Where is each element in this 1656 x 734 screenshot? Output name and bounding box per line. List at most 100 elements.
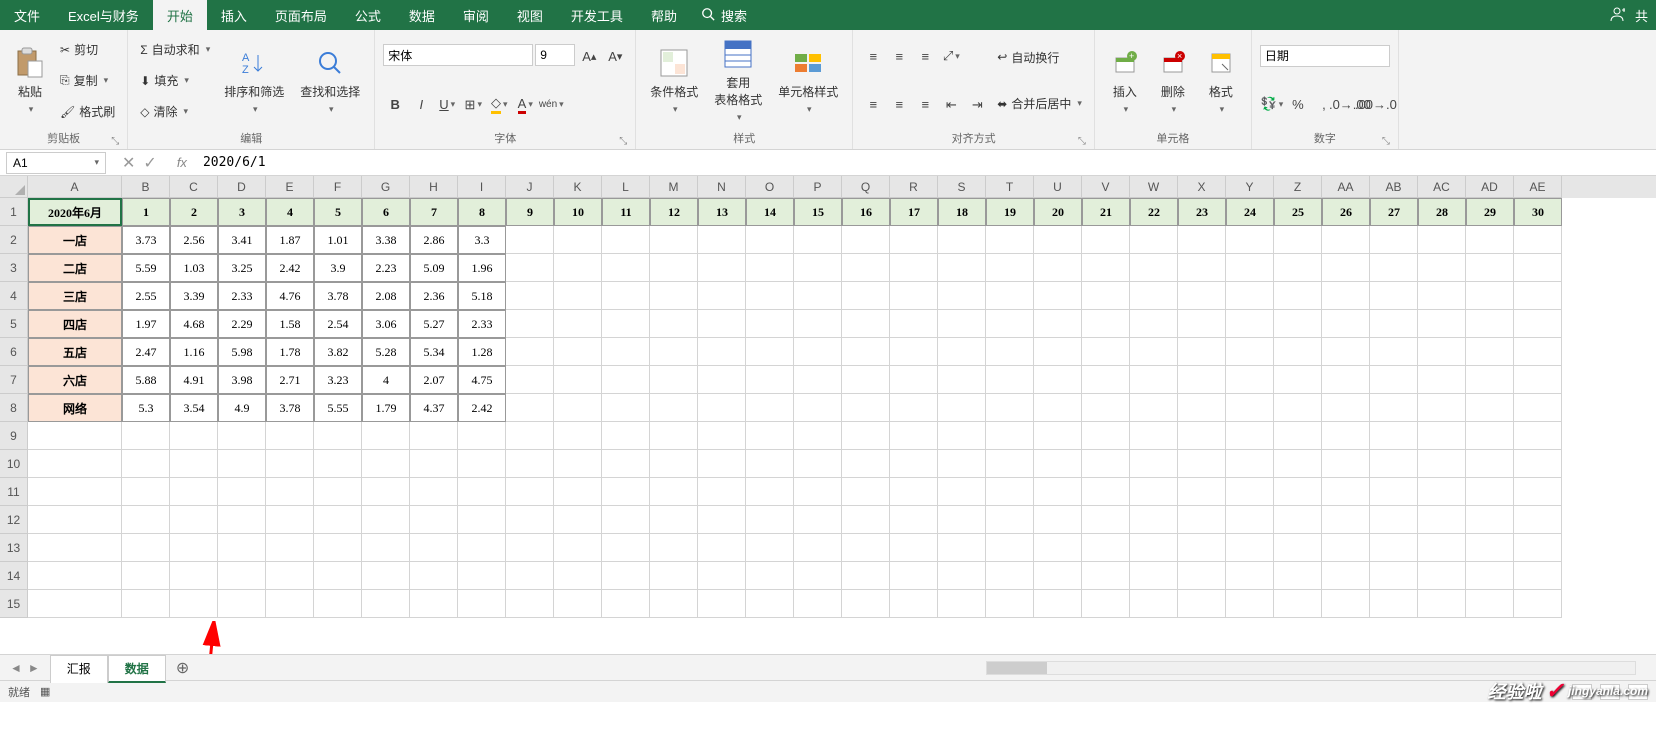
cell[interactable] — [554, 226, 602, 254]
cell[interactable] — [1130, 226, 1178, 254]
cell[interactable]: 2.07 — [410, 366, 458, 394]
cell[interactable] — [314, 422, 362, 450]
cell[interactable] — [794, 338, 842, 366]
cell[interactable] — [1274, 506, 1322, 534]
cell[interactable] — [746, 450, 794, 478]
cell[interactable]: 10 — [554, 198, 602, 226]
cell[interactable] — [28, 478, 122, 506]
conditional-format-button[interactable]: 条件格式▾ — [644, 34, 704, 127]
cell[interactable] — [794, 506, 842, 534]
cell[interactable] — [458, 562, 506, 590]
cell[interactable] — [842, 478, 890, 506]
cell[interactable]: 3.23 — [314, 366, 362, 394]
cell[interactable] — [1034, 338, 1082, 366]
align-top-button[interactable]: ≡ — [861, 44, 885, 68]
cell[interactable] — [1322, 394, 1370, 422]
cell[interactable] — [1418, 506, 1466, 534]
cell[interactable] — [122, 478, 170, 506]
cell[interactable]: 4.9 — [218, 394, 266, 422]
sheet-tab-数据[interactable]: 数据 — [108, 655, 166, 683]
cell[interactable] — [650, 478, 698, 506]
cell[interactable] — [794, 226, 842, 254]
cell[interactable]: 二店 — [28, 254, 122, 282]
cell[interactable] — [986, 338, 1034, 366]
column-header[interactable]: D — [218, 176, 266, 198]
cell[interactable] — [602, 310, 650, 338]
cell[interactable]: 1.78 — [266, 338, 314, 366]
cell[interactable] — [1466, 310, 1514, 338]
cell[interactable] — [650, 590, 698, 618]
cell[interactable] — [650, 310, 698, 338]
cell[interactable] — [314, 506, 362, 534]
cell[interactable] — [1130, 534, 1178, 562]
cell[interactable] — [602, 226, 650, 254]
cell[interactable] — [1466, 226, 1514, 254]
row-header[interactable]: 6 — [0, 338, 28, 366]
cell[interactable]: 4.68 — [170, 310, 218, 338]
row-header[interactable]: 12 — [0, 506, 28, 534]
cell[interactable] — [1226, 282, 1274, 310]
cell[interactable] — [1370, 562, 1418, 590]
row-header[interactable]: 11 — [0, 478, 28, 506]
cell[interactable] — [1418, 562, 1466, 590]
cell[interactable]: 2.42 — [458, 394, 506, 422]
cell[interactable] — [1274, 478, 1322, 506]
cell[interactable]: 3.78 — [266, 394, 314, 422]
sheet-nav-next[interactable]: ► — [28, 661, 40, 675]
cell[interactable] — [1274, 534, 1322, 562]
cell[interactable] — [218, 450, 266, 478]
cell[interactable]: 2 — [170, 198, 218, 226]
column-header[interactable]: B — [122, 176, 170, 198]
cell[interactable] — [362, 506, 410, 534]
align-launcher[interactable]: ⤡ — [1078, 136, 1086, 147]
row-header[interactable]: 10 — [0, 450, 28, 478]
cell[interactable] — [554, 590, 602, 618]
cell[interactable]: 3.41 — [218, 226, 266, 254]
cell[interactable] — [410, 562, 458, 590]
cell[interactable] — [794, 590, 842, 618]
cell[interactable] — [1466, 366, 1514, 394]
cell[interactable] — [1322, 562, 1370, 590]
row-header[interactable]: 8 — [0, 394, 28, 422]
cell[interactable] — [1322, 338, 1370, 366]
cell[interactable] — [1034, 534, 1082, 562]
cell[interactable] — [650, 226, 698, 254]
cell[interactable] — [218, 506, 266, 534]
cell[interactable]: 4 — [362, 366, 410, 394]
cell[interactable] — [698, 226, 746, 254]
cell[interactable] — [1082, 366, 1130, 394]
cell[interactable] — [1082, 590, 1130, 618]
cell[interactable] — [602, 478, 650, 506]
font-name-select[interactable] — [383, 44, 533, 66]
cell[interactable] — [1274, 282, 1322, 310]
column-header[interactable]: N — [698, 176, 746, 198]
cell[interactable] — [1226, 590, 1274, 618]
cell[interactable] — [1082, 506, 1130, 534]
cell[interactable]: 4.37 — [410, 394, 458, 422]
cell[interactable]: 2.29 — [218, 310, 266, 338]
cell[interactable] — [746, 478, 794, 506]
cell[interactable] — [266, 450, 314, 478]
cell[interactable] — [554, 450, 602, 478]
cell[interactable] — [1466, 562, 1514, 590]
menu-tab-视图[interactable]: 视图 — [503, 0, 557, 30]
cell[interactable] — [1370, 226, 1418, 254]
cell[interactable] — [602, 534, 650, 562]
cell[interactable] — [1514, 310, 1562, 338]
cell[interactable]: 3.82 — [314, 338, 362, 366]
cell[interactable] — [650, 338, 698, 366]
cell[interactable] — [698, 562, 746, 590]
cell[interactable]: 3.9 — [314, 254, 362, 282]
cell[interactable]: 2020年6月 — [28, 198, 122, 226]
italic-button[interactable]: I — [409, 93, 433, 117]
cell[interactable] — [938, 226, 986, 254]
cell[interactable] — [1034, 590, 1082, 618]
cell[interactable] — [1178, 338, 1226, 366]
cell[interactable] — [506, 478, 554, 506]
cell[interactable] — [1178, 282, 1226, 310]
cell[interactable] — [842, 254, 890, 282]
cell[interactable] — [1514, 562, 1562, 590]
cell[interactable] — [122, 534, 170, 562]
row-header[interactable]: 2 — [0, 226, 28, 254]
cell[interactable] — [1274, 254, 1322, 282]
